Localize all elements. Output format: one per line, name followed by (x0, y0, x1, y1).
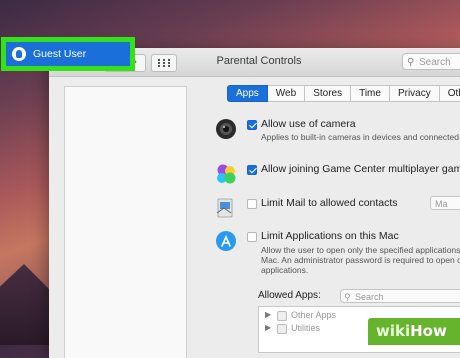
applications-description-line1: Allow the user to open only the specifie… (261, 245, 460, 255)
app-checkbox[interactable] (277, 324, 287, 334)
mail-label: Limit Mail to allowed contacts (261, 197, 398, 209)
applications-description-line3: applications. (261, 265, 309, 275)
disclosure-triangle-icon[interactable]: ▶ (265, 323, 271, 332)
game-center-icon (217, 164, 236, 184)
allowed-apps-label: Allowed Apps: (258, 290, 321, 301)
tab-time[interactable]: Time (351, 85, 390, 102)
game-center-label: Allow joining Game Center multiplayer ga… (261, 163, 460, 175)
watermark-logo: wikiHow (368, 318, 460, 345)
tab-other[interactable]: Othe (439, 85, 460, 102)
applications-description-line2: Mac. An administrator password is requir… (261, 255, 460, 265)
game-center-setting-row: Allow joining Game Center multiplayer ga… (215, 163, 460, 184)
camera-setting-row: Allow use of camera Applies to built-in … (215, 118, 460, 148)
app-name: Other Apps (291, 310, 337, 320)
applications-setting-row: Limit Applications on this Mac Allow the… (215, 230, 460, 278)
mail-setting-row: Limit Mail to allowed contacts (215, 197, 460, 218)
applications-checkbox[interactable] (247, 232, 257, 242)
user-label: Guest User (33, 48, 87, 60)
watermark-part1: wiki (376, 322, 411, 340)
search-icon: ⚲ (344, 292, 351, 302)
camera-checkbox[interactable] (247, 120, 257, 130)
app-checkbox[interactable] (277, 311, 287, 321)
tab-stores[interactable]: Stores (305, 85, 352, 102)
app-name: Utilities (291, 323, 321, 333)
allowed-apps-search-placeholder: Search (355, 292, 384, 302)
camera-label: Allow use of camera (261, 118, 356, 130)
disclosure-triangle-icon[interactable]: ▶ (265, 310, 271, 319)
search-placeholder: Search (419, 57, 451, 68)
tab-bar: Apps Web Stores Time Privacy Othe (227, 85, 460, 102)
search-icon: ⚲ (407, 57, 415, 68)
search-field[interactable]: ⚲ Search (402, 53, 460, 70)
manage-contacts-button[interactable]: Ma (430, 196, 460, 210)
app-store-icon (216, 231, 236, 251)
user-list-sidebar[interactable] (64, 86, 187, 358)
tab-privacy[interactable]: Privacy (389, 85, 440, 102)
allowed-apps-search-field[interactable]: ⚲ Search (340, 289, 460, 303)
applications-label: Limit Applications on this Mac (261, 230, 399, 242)
tab-apps[interactable]: Apps (227, 85, 268, 102)
camera-description: Applies to built-in cameras in devices a… (261, 132, 459, 142)
watermark-part2: How (410, 322, 447, 340)
tab-web[interactable]: Web (267, 85, 306, 102)
sidebar-item-guest-user[interactable]: Guest User (1, 37, 135, 71)
user-avatar-icon (12, 47, 26, 61)
game-center-checkbox[interactable] (247, 165, 257, 175)
mail-icon (216, 198, 233, 218)
camera-icon (216, 119, 236, 139)
mail-checkbox[interactable] (247, 199, 257, 209)
